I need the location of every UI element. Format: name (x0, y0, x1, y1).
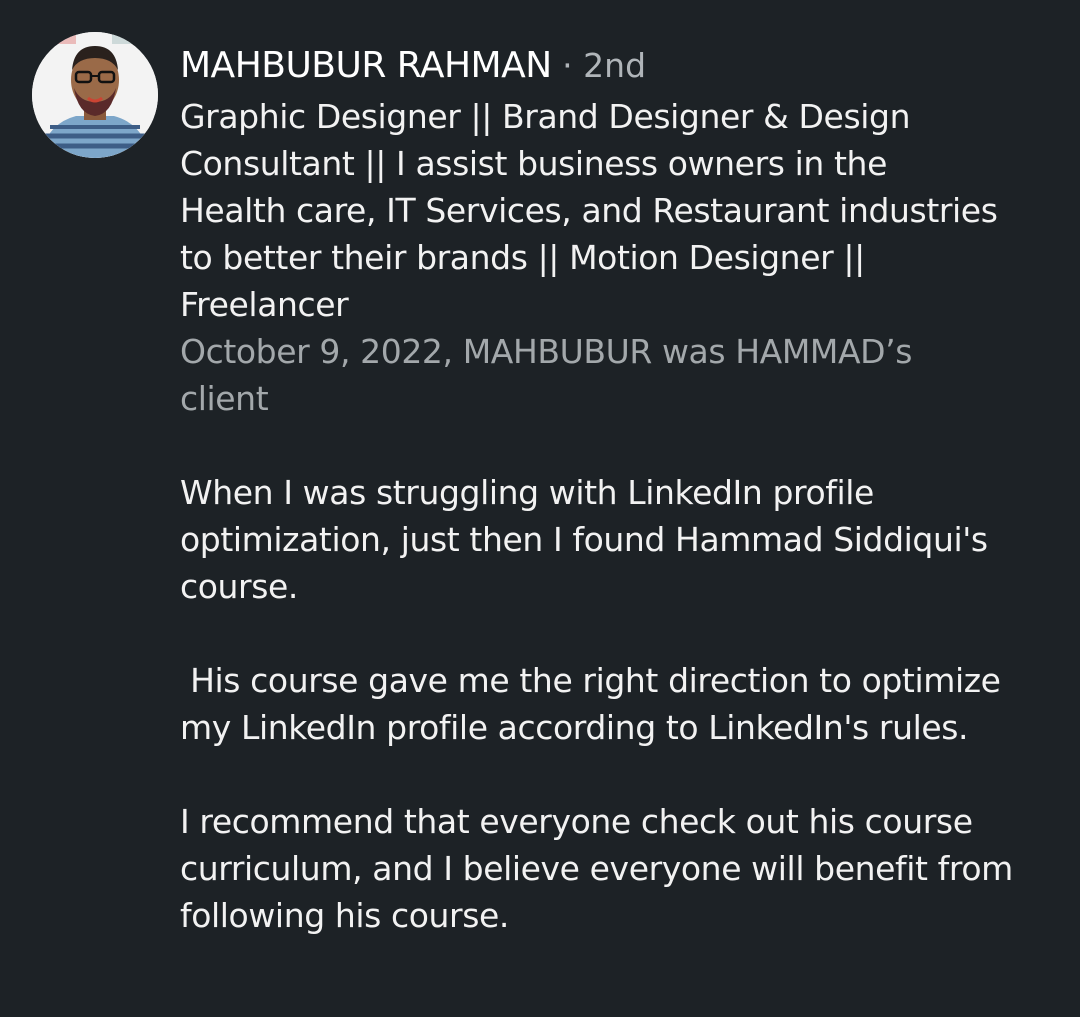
recommendation-card: MAHBUBUR RAHMAN · 2nd Graphic Designer |… (180, 40, 1060, 939)
recommender-name[interactable]: MAHBUBUR RAHMAN (180, 45, 552, 86)
name-row: MAHBUBUR RAHMAN · 2nd (180, 40, 1060, 92)
degree-separator: · (551, 46, 584, 85)
recommender-headline: Graphic Designer || Brand Designer & Des… (180, 97, 998, 324)
avatar[interactable] (32, 32, 158, 158)
recommendation-paragraph: I recommend that everyone check out his … (180, 802, 1023, 935)
recommendation-date-relationship: October 9, 2022, MAHBUBUR was HAMMAD’s c… (180, 332, 913, 418)
recommendation-paragraph: His course gave me the right direction t… (180, 661, 1011, 747)
profile-photo-icon (32, 32, 158, 158)
connection-degree: 2nd (583, 46, 647, 85)
recommendation-text: When I was struggling with LinkedIn prof… (180, 469, 1060, 939)
recommendation-paragraph: When I was struggling with LinkedIn prof… (180, 473, 998, 606)
